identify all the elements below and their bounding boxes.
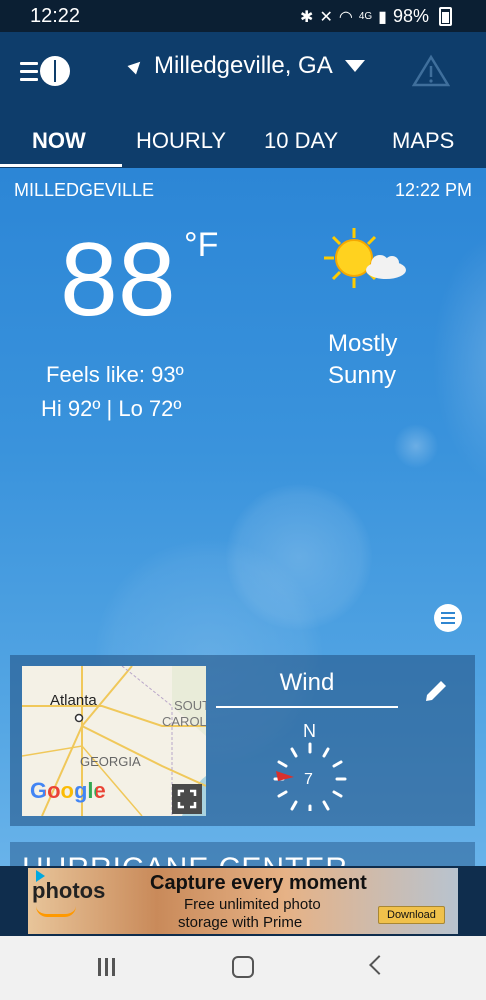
active-tab-indicator [0, 164, 122, 167]
current-conditions-panel: MILLEDGEVILLE 12:22 PM 88 °F Feels like:… [0, 168, 486, 870]
ad-banner[interactable]: photos Capture every moment Free unlimit… [28, 868, 458, 934]
tab-10-day[interactable]: 10 DAY [264, 128, 338, 154]
map-wind-card: Atlanta SOUT CAROL GEORGIA Google Wind [10, 655, 475, 826]
google-logo: Google [30, 778, 106, 803]
condition-line-1: Mostly [328, 330, 398, 357]
ad-headline: Capture every moment [150, 872, 367, 894]
wind-speed: 7 [304, 771, 313, 788]
radar-map-thumbnail[interactable]: Atlanta SOUT CAROL GEORGIA Google [22, 666, 206, 816]
ad-subtext-2: storage with Prime [178, 914, 303, 931]
mute-icon: ✕ [319, 8, 333, 26]
battery-percent: 98% [392, 6, 429, 26]
current-temperature: 88 [60, 222, 176, 338]
tab-maps[interactable]: MAPS [392, 128, 454, 154]
fullscreen-icon[interactable] [172, 784, 202, 814]
ad-subtext-1: Free unlimited photo [184, 896, 321, 913]
lens-flare [432, 228, 486, 488]
app-header: Milledgeville, GA NOW HOURLY 10 DAY MAPS [0, 32, 486, 168]
location-selector[interactable]: Milledgeville, GA [127, 52, 365, 80]
alert-button[interactable] [411, 54, 451, 88]
map-label-sc2: CAROL [162, 714, 206, 729]
status-bar: 12:22 ✱ ✕ ◠ 4G ▮ 98% [0, 0, 486, 32]
home-icon[interactable] [232, 956, 254, 978]
wind-divider [216, 706, 398, 708]
menu-icon [20, 62, 38, 86]
tab-bar: NOW HOURLY 10 DAY MAPS [0, 120, 486, 168]
temperature-unit: °F [184, 226, 219, 264]
location-name: Milledgeville, GA [154, 52, 333, 79]
condition-text: Mostly Sunny [328, 328, 397, 392]
details-list-button[interactable] [434, 604, 462, 632]
status-icons: ✱ ✕ ◠ 4G ▮ 98% [300, 6, 452, 27]
bluetooth-icon: ✱ [300, 8, 314, 26]
city-name: MILLEDGEVILLE [14, 180, 155, 200]
menu-button[interactable] [20, 54, 72, 90]
tab-hourly[interactable]: HOURLY [136, 128, 226, 154]
hi-lo: Hi 92º | Lo 72º [41, 396, 182, 421]
recent-apps-icon[interactable] [98, 958, 118, 976]
lens-flare [394, 424, 438, 468]
partly-sunny-icon [324, 228, 406, 288]
system-nav-bar [0, 936, 486, 1000]
pencil-icon [426, 681, 446, 701]
ad-download-button[interactable]: Download [378, 906, 445, 924]
observation-time: 12:22 PM [394, 180, 472, 200]
wind-title: Wind [279, 669, 335, 696]
amazon-smile-icon [36, 906, 76, 917]
compass-north-label: N [303, 721, 316, 741]
edit-card-button[interactable] [422, 677, 450, 705]
wifi-icon: ◠ [338, 8, 353, 26]
signal-icon: ▮ [378, 8, 387, 26]
map-label-georgia: GEORGIA [80, 754, 141, 769]
status-time: 12:22 [30, 5, 81, 27]
battery-icon [439, 7, 452, 26]
tab-now[interactable]: NOW [32, 128, 86, 154]
back-icon[interactable] [369, 955, 389, 975]
ad-banner-container: photos Capture every moment Free unlimit… [0, 866, 486, 936]
feels-like: Feels like: 93º [46, 362, 184, 387]
location-arrow-icon [127, 57, 145, 75]
map-label-atlanta: Atlanta [50, 692, 97, 709]
ad-brand: photos [32, 878, 106, 903]
warning-icon [411, 54, 451, 87]
ladybug-logo-icon [40, 56, 70, 86]
chevron-down-icon [344, 60, 365, 72]
wind-compass: N 7 [270, 721, 350, 811]
map-label-sc: SOUT [174, 698, 206, 713]
lens-flare [226, 484, 372, 630]
network-label: 4G [358, 11, 373, 22]
condition-line-2: Sunny [328, 362, 397, 389]
